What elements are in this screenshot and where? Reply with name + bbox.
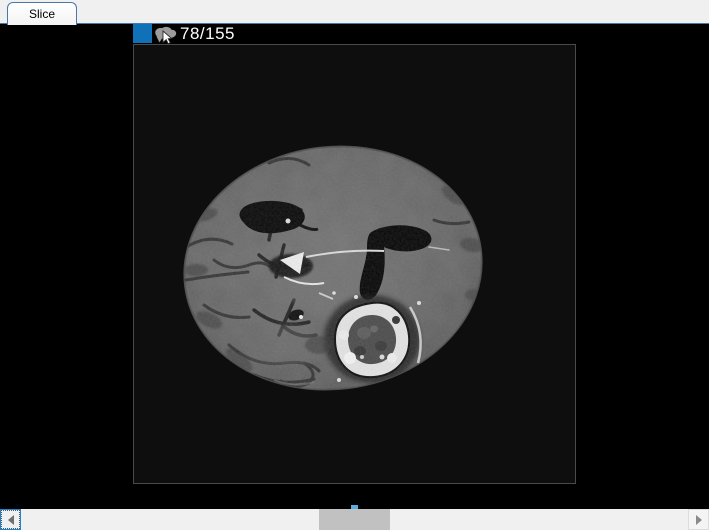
horizontal-scrollbar (0, 509, 709, 530)
render-window[interactable] (133, 44, 576, 484)
focus-rect (1, 510, 20, 529)
scroll-left-arrow-icon (7, 514, 14, 525)
tab-slice-label: Slice (28, 7, 55, 21)
brain-mri-image (134, 45, 575, 483)
tab-slice[interactable]: Slice (7, 2, 77, 25)
application-window: Slice 78/155 (0, 0, 709, 530)
scroll-right-arrow-icon (695, 514, 702, 525)
scrollbar-thumb[interactable] (319, 509, 390, 530)
plane-color-swatch (133, 24, 152, 43)
scroll-left-button[interactable] (0, 509, 21, 530)
scroll-right-button[interactable] (688, 509, 709, 530)
viewport-area: 78/155 (0, 24, 709, 509)
tab-bar: Slice (0, 0, 709, 25)
slice-counter: 78/155 (180, 24, 235, 43)
